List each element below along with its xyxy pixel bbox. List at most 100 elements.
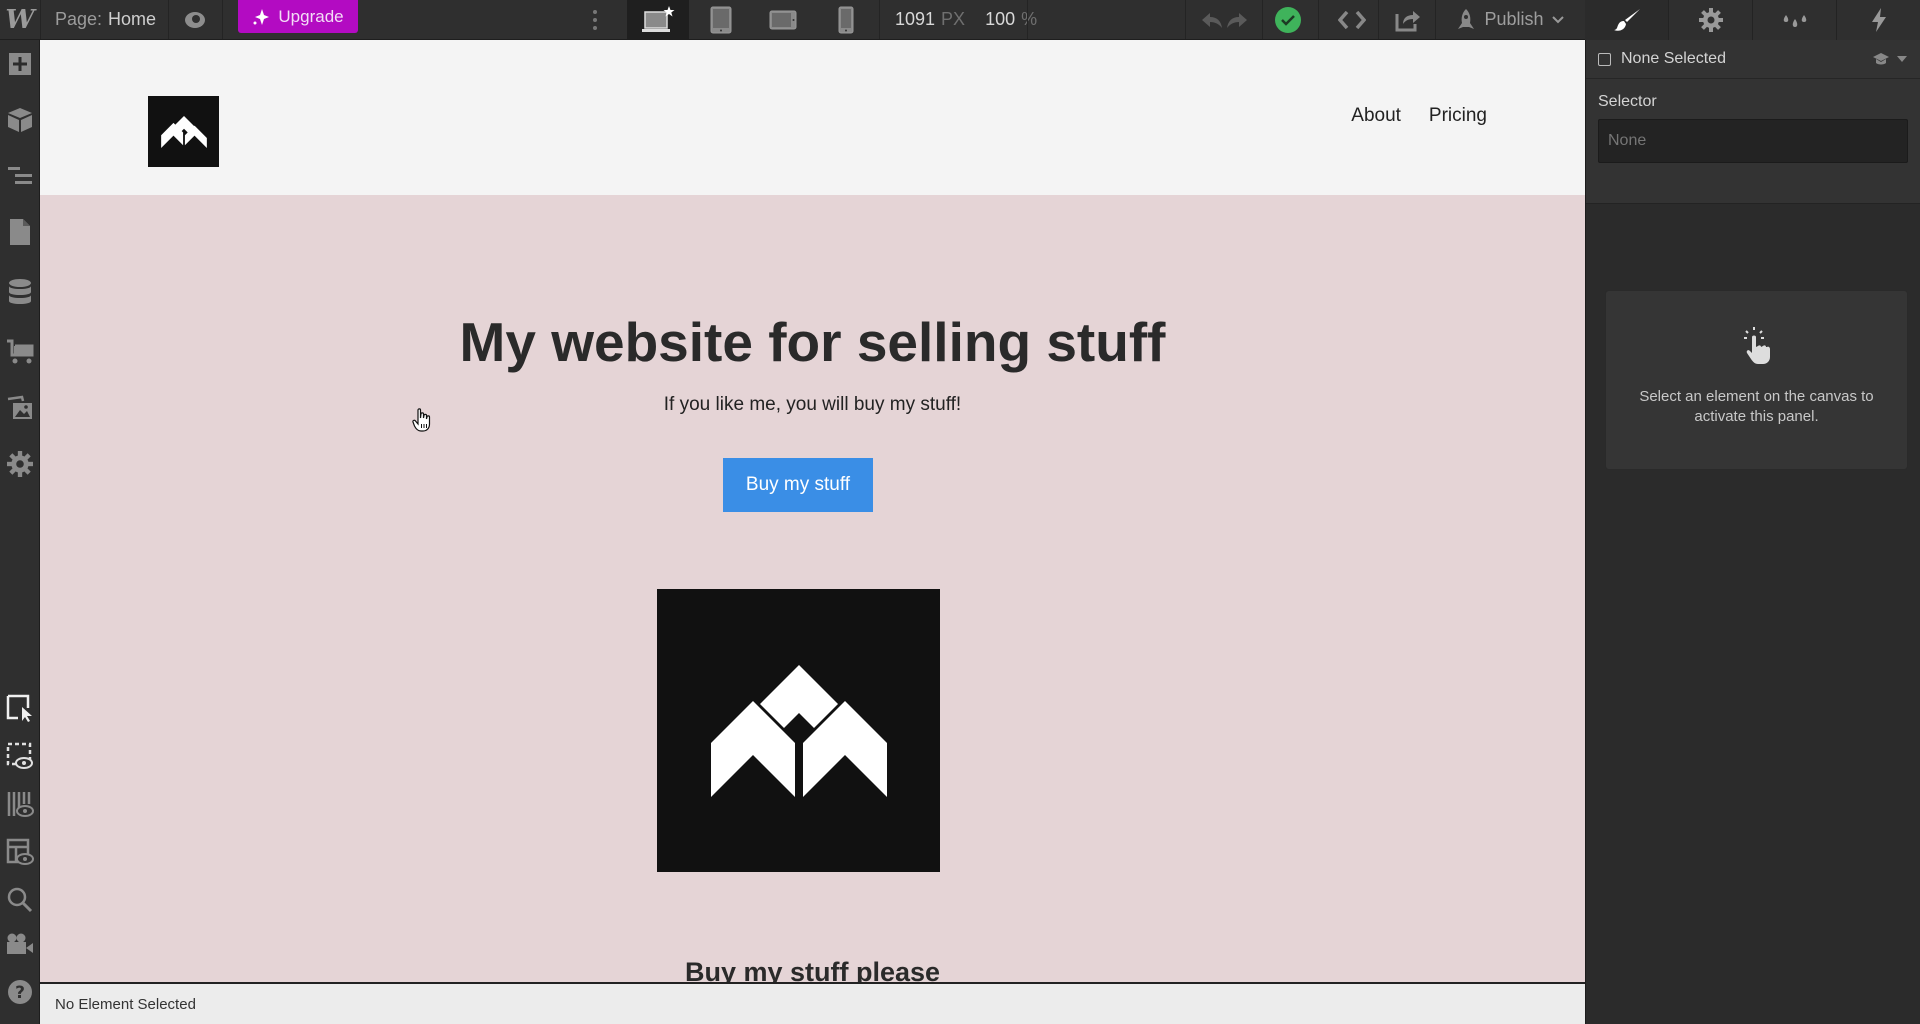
divider bbox=[1318, 0, 1319, 39]
selection-header: None Selected bbox=[1586, 40, 1920, 79]
page-selector[interactable]: Page: Home bbox=[55, 0, 156, 39]
width-unit: PX bbox=[941, 9, 966, 29]
help-circle-icon: ? bbox=[8, 980, 32, 1004]
share-button[interactable] bbox=[1388, 0, 1428, 39]
video-tutorials-button[interactable] bbox=[0, 920, 40, 968]
nav-link-pricing[interactable]: Pricing bbox=[1429, 105, 1487, 127]
phone-landscape-icon bbox=[769, 10, 797, 29]
pages-button[interactable] bbox=[0, 208, 40, 256]
code-brackets-icon bbox=[1338, 10, 1366, 29]
page-icon bbox=[10, 219, 30, 245]
rocket-icon bbox=[1458, 8, 1475, 29]
upgrade-label: Upgrade bbox=[278, 6, 344, 26]
vertical-dots-icon bbox=[593, 9, 597, 30]
webflow-logo[interactable]: W bbox=[0, 0, 40, 39]
mountain-logo-icon bbox=[160, 115, 207, 148]
selector-input[interactable] bbox=[1598, 119, 1908, 163]
publish-label: Publish bbox=[1484, 9, 1544, 29]
divider bbox=[879, 0, 880, 39]
gear-icon bbox=[7, 451, 33, 477]
more-menu-button[interactable] bbox=[585, 0, 605, 39]
mountain-logo-icon bbox=[710, 664, 887, 797]
site-status-button[interactable] bbox=[1268, 0, 1308, 39]
buy-button[interactable]: Buy my stuff bbox=[723, 458, 873, 512]
plus-square-icon bbox=[9, 53, 31, 75]
tab-settings[interactable] bbox=[1668, 0, 1752, 40]
add-elements-button[interactable] bbox=[0, 40, 40, 88]
site-navbar[interactable]: About Pricing bbox=[40, 40, 1585, 195]
select-tool-button[interactable] bbox=[0, 684, 40, 732]
selector-label: Selector bbox=[1598, 93, 1657, 110]
columns-eye-icon bbox=[7, 792, 34, 817]
preview-button[interactable] bbox=[178, 0, 212, 39]
selection-label: None Selected bbox=[1621, 50, 1726, 67]
cms-button[interactable] bbox=[0, 268, 40, 316]
navigator-layers-icon bbox=[8, 167, 32, 184]
drops-icon bbox=[1783, 15, 1806, 27]
breakpoint-mobile-portrait[interactable] bbox=[815, 0, 877, 39]
tab-style-manager[interactable] bbox=[1752, 0, 1836, 40]
tab-interactions[interactable] bbox=[1836, 0, 1920, 40]
style-panel: None Selected Selector Select an element… bbox=[1585, 40, 1920, 1024]
divider bbox=[222, 0, 223, 39]
selector-section: Selector bbox=[1586, 79, 1920, 204]
zoom-value: 100 bbox=[985, 9, 1016, 29]
check-circle-icon bbox=[1275, 6, 1301, 33]
ecommerce-button[interactable] bbox=[0, 328, 40, 376]
navigator-button[interactable] bbox=[0, 152, 40, 200]
tablet-icon bbox=[710, 6, 732, 33]
design-canvas[interactable]: About Pricing My website for selling stu… bbox=[40, 40, 1585, 982]
caret-down-icon[interactable] bbox=[1896, 55, 1908, 63]
width-value: 1091 bbox=[895, 9, 936, 29]
sparkle-icon bbox=[253, 8, 270, 25]
divider bbox=[1185, 0, 1186, 39]
hand-cursor-icon bbox=[412, 408, 432, 437]
divider bbox=[168, 0, 169, 39]
video-camera-icon bbox=[7, 933, 33, 954]
gear-icon bbox=[1698, 8, 1723, 32]
redo-icon bbox=[1227, 12, 1247, 28]
publish-button[interactable]: Publish bbox=[1445, 0, 1575, 39]
page-prefix: Page: bbox=[55, 9, 103, 29]
svg-text:?: ? bbox=[15, 983, 25, 1003]
left-toolbar: ? bbox=[0, 40, 40, 1024]
nav-menu: About Pricing bbox=[1351, 105, 1487, 127]
nav-link-about[interactable]: About bbox=[1351, 105, 1401, 127]
right-panel-tabs bbox=[1585, 0, 1920, 40]
breakpoint-desktop[interactable] bbox=[627, 0, 689, 39]
divider bbox=[1027, 0, 1028, 39]
layout-eye-icon bbox=[6, 838, 34, 865]
hero-heading[interactable]: My website for selling stuff bbox=[40, 310, 1585, 374]
status-bar: No Element Selected bbox=[40, 982, 1585, 1024]
selection-checkbox[interactable] bbox=[1598, 52, 1611, 66]
x-ray-button[interactable] bbox=[0, 780, 40, 828]
images-icon bbox=[7, 395, 32, 419]
page-name: Home bbox=[108, 9, 157, 29]
divider bbox=[1378, 0, 1379, 39]
tap-hand-icon bbox=[1743, 327, 1770, 364]
code-export-button[interactable] bbox=[1330, 0, 1374, 39]
breakpoint-mobile-landscape[interactable] bbox=[752, 0, 814, 39]
tab-style[interactable] bbox=[1585, 0, 1668, 40]
lightning-bolt-icon bbox=[1871, 8, 1886, 32]
preview-layout-button[interactable] bbox=[0, 828, 40, 876]
hero-subtitle[interactable]: If you like me, you will buy my stuff! bbox=[40, 394, 1585, 416]
project-settings-button[interactable] bbox=[0, 440, 40, 488]
section-heading[interactable]: Buy my stuff please bbox=[40, 957, 1585, 982]
redo-button[interactable] bbox=[1220, 0, 1254, 39]
breakpoint-tablet[interactable] bbox=[690, 0, 752, 39]
cube-icon bbox=[8, 108, 32, 132]
help-button[interactable]: ? bbox=[0, 968, 40, 1016]
graduation-cap-icon[interactable] bbox=[1872, 52, 1890, 66]
search-button[interactable] bbox=[0, 876, 40, 924]
show-element-edges-button[interactable] bbox=[0, 732, 40, 780]
upgrade-button[interactable]: Upgrade bbox=[238, 0, 358, 33]
database-icon bbox=[9, 279, 31, 304]
dashed-box-eye-icon bbox=[6, 742, 33, 769]
hero-image[interactable] bbox=[657, 589, 940, 872]
select-cursor-icon bbox=[6, 694, 32, 722]
assets-button[interactable] bbox=[0, 384, 40, 432]
site-logo[interactable] bbox=[148, 96, 219, 167]
components-button[interactable] bbox=[0, 96, 40, 144]
share-icon bbox=[1395, 10, 1420, 31]
